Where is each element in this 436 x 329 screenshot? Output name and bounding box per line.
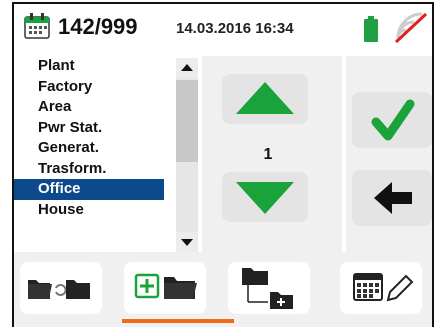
- no-signal-icon: [392, 12, 430, 44]
- back-button[interactable]: [352, 170, 432, 226]
- move-folder-button[interactable]: [20, 262, 102, 314]
- list-item[interactable]: Area: [14, 97, 164, 118]
- confirm-button[interactable]: [352, 92, 432, 148]
- increment-button[interactable]: [222, 74, 308, 124]
- scroll-down-button[interactable]: [176, 232, 198, 252]
- list-item[interactable]: Plant: [14, 56, 164, 77]
- scroll-up-button[interactable]: [176, 58, 198, 78]
- location-list: Plant Factory Area Pwr Stat. Generat. Tr…: [14, 56, 164, 220]
- list-item[interactable]: House: [14, 200, 164, 221]
- checkmark-icon: [371, 99, 415, 141]
- add-folder-icon: [134, 273, 197, 299]
- add-folder-button[interactable]: [124, 262, 206, 314]
- subfolder-button[interactable]: [228, 262, 310, 314]
- folder-move-icon: [28, 280, 90, 299]
- scroll-thumb[interactable]: [176, 80, 198, 162]
- subfolder-add-icon: [242, 268, 293, 309]
- scroll-up-icon: [181, 64, 193, 71]
- decrement-button[interactable]: [222, 172, 308, 222]
- date-time: 14.03.2016 16:34: [176, 20, 294, 37]
- edit-calendar-button[interactable]: [340, 262, 422, 314]
- scroll-down-icon: [181, 239, 193, 246]
- list-item[interactable]: Factory: [14, 77, 164, 98]
- calendar-edit-icon: [353, 273, 414, 302]
- arrow-left-icon: [374, 182, 412, 214]
- list-scrollbar[interactable]: [176, 58, 198, 252]
- arrow-down-icon: [236, 182, 294, 214]
- list-item[interactable]: Pwr Stat.: [14, 118, 164, 139]
- memory-calendar-icon: [22, 10, 52, 40]
- list-item-selected[interactable]: Office: [14, 179, 164, 200]
- counter-value: 1: [263, 146, 273, 163]
- memory-counter: 142/999: [58, 14, 138, 39]
- list-panel: Plant Factory Area Pwr Stat. Generat. Tr…: [14, 56, 202, 254]
- arrow-up-icon: [236, 82, 294, 114]
- active-tab-indicator: [122, 319, 234, 323]
- list-item[interactable]: Generat.: [14, 138, 164, 159]
- panel-divider: [342, 56, 346, 254]
- list-item[interactable]: Trasform.: [14, 159, 164, 180]
- battery-icon: [364, 16, 378, 42]
